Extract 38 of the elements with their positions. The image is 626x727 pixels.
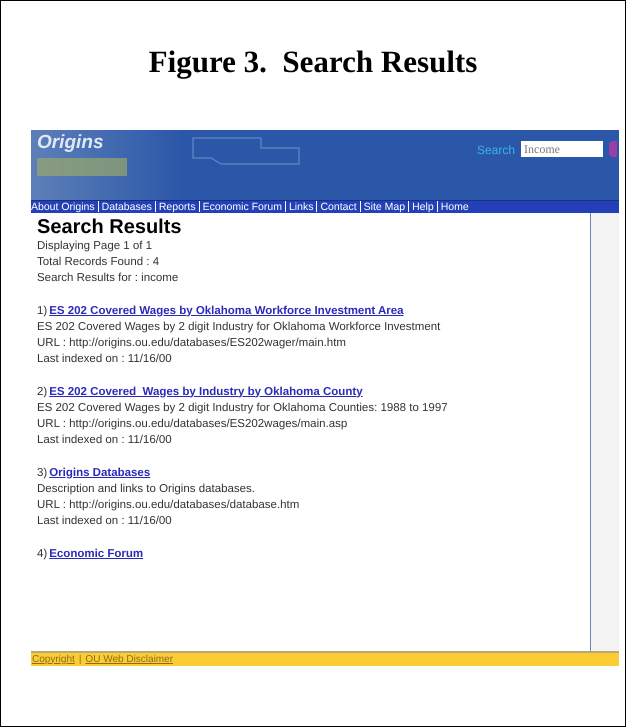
nav-link[interactable]: Databases: [102, 200, 152, 212]
page-title: Search Results: [37, 216, 183, 238]
nav-link[interactable]: Help: [412, 200, 434, 212]
summary-text: Total Records Found : 4: [37, 254, 160, 270]
result-url: URL : http://origins.ou.edu/databases/database.htm: [37, 498, 300, 512]
search-label: Search: [476, 142, 515, 158]
summary-text: Search Results for : income: [37, 270, 178, 286]
logo-banner-icon: [37, 158, 127, 176]
nav-link[interactable]: Contact: [320, 200, 357, 212]
result-description: ES 202 Covered Wages by 2 digit Industry for Oklahoma Counties: 1988 to 1997: [37, 400, 448, 416]
last-indexed-text: Last indexed on : 11/16/00: [37, 352, 172, 366]
last-indexed-text: Last indexed on : 11/16/00: [37, 432, 172, 448]
result-number: 3): [37, 466, 48, 480]
search-field[interactable]: Income: [521, 140, 603, 156]
result-link[interactable]: Origins Databases: [49, 464, 150, 480]
nav-link[interactable]: Reports: [158, 200, 196, 212]
nav-link[interactable]: Site Map: [364, 200, 406, 212]
figure-title: Figure 3. Search Results: [148, 43, 478, 81]
nav-link[interactable]: About Origins: [31, 200, 95, 212]
result-number: 2): [37, 384, 48, 400]
nav-link[interactable]: Economic Forum: [202, 200, 282, 212]
nav-link[interactable]: Links: [288, 200, 314, 212]
go-button[interactable]: [609, 140, 617, 156]
result-link[interactable]: ES 202 Covered Wages by Industry by Oklahoma County: [49, 384, 363, 400]
summary-text: Displaying Page 1 of 1: [37, 238, 152, 254]
site-logo: Origins: [37, 132, 105, 154]
last-indexed-text: Last indexed on : 11/16/00: [37, 514, 172, 528]
result-number: 1): [37, 304, 48, 318]
result-link[interactable]: ES 202 Covered Wages by Oklahoma Workforce Investment Area: [49, 302, 404, 318]
result-url: URL : http://origins.ou.edu/databases/ES202wages/main.asp: [37, 416, 348, 432]
result-link[interactable]: Economic Forum: [49, 546, 144, 562]
nav-link[interactable]: Home: [440, 200, 469, 212]
result-description: Description and links to Origins databases.: [37, 482, 255, 496]
result-url: URL : http://origins.ou.edu/databases/ES202wager/main.htm: [37, 336, 346, 350]
footer-separator: |: [78, 652, 82, 666]
map-outline-icon: [191, 136, 301, 166]
result-number: 4): [37, 546, 48, 562]
result-description: ES 202 Covered Wages by 2 digit Industry for Oklahoma Workforce Investment: [37, 320, 440, 334]
